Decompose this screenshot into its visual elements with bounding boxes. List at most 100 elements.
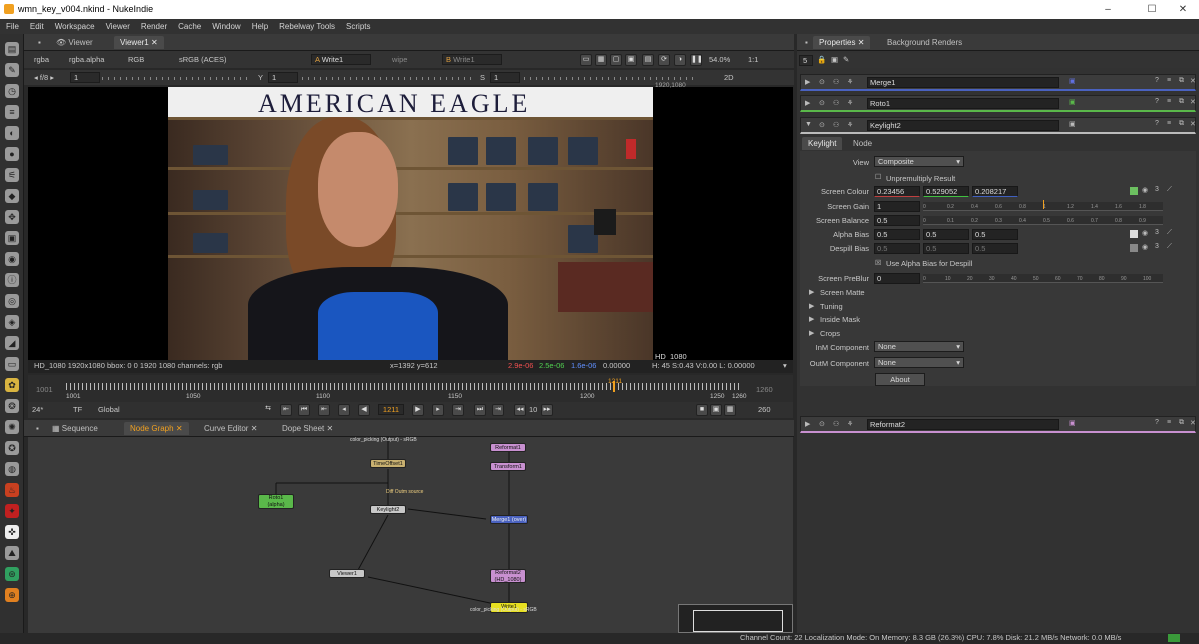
reformat2-float-icon[interactable]: ⧉ [1179, 419, 1184, 427]
views-tool-icon[interactable]: ◉ [5, 252, 19, 266]
gamma-field[interactable]: 1 [268, 72, 298, 83]
roto1-tile-icon[interactable]: ▣ [1069, 98, 1076, 106]
section-screen-matte[interactable]: Screen Matte [820, 287, 865, 299]
reformat2-settings-icon[interactable]: ≡ [1167, 419, 1171, 426]
channels-select[interactable]: rgba [34, 54, 49, 66]
reformat2-close-icon[interactable]: ✕ [1190, 419, 1196, 427]
toolsets-tool-icon[interactable]: ◎ [5, 294, 19, 308]
props-pane-icon[interactable]: ▪ [799, 36, 814, 49]
fstop-control[interactable]: ◂ f/8 ▸ [34, 72, 54, 84]
screen-colour-curve-icon[interactable]: ⟋ [1167, 186, 1172, 194]
alpha-channel-select[interactable]: rgba.alpha [69, 54, 104, 66]
merge1-tile-icon[interactable]: ▣ [1069, 77, 1076, 85]
plugin-d-icon[interactable]: ◍ [5, 462, 19, 476]
gain-slider[interactable] [102, 77, 252, 80]
plugin-a-icon[interactable]: ❂ [5, 399, 19, 413]
a-input-select[interactable]: A Write1 [311, 54, 371, 65]
screen-preblur-field[interactable]: 0 [874, 273, 920, 284]
roto1-viewer-icon[interactable]: ⚇ [833, 99, 839, 107]
current-frame-field[interactable]: 1211 [378, 404, 404, 415]
reformat2-centre-icon[interactable]: ⊙ [819, 420, 825, 428]
menu-scripts[interactable]: Scripts [346, 22, 370, 31]
view-mode-select[interactable]: 2D [724, 72, 734, 84]
plugin-b-icon[interactable]: ✺ [5, 420, 19, 434]
ratio-select[interactable]: 1:1 [748, 54, 758, 66]
tab-background-renders[interactable]: Background Renders [881, 36, 968, 49]
saturation-field[interactable]: 1 [490, 72, 520, 83]
loop-icon[interactable]: ▣ [710, 404, 722, 416]
menu-rebelway-tools[interactable]: Rebelway Tools [279, 22, 335, 31]
merge1-float-icon[interactable]: ⧉ [1179, 77, 1184, 85]
gamma-slider[interactable] [302, 77, 472, 80]
alpha-bias-swatch[interactable] [1130, 230, 1138, 238]
menu-render[interactable]: Render [141, 22, 167, 31]
menu-workspace[interactable]: Workspace [55, 22, 95, 31]
crops-expand-icon[interactable]: ▶ [809, 329, 814, 337]
channel-tool-icon[interactable]: ≡ [5, 105, 19, 119]
clear-panels-icon[interactable]: ✎ [843, 54, 849, 66]
graph-minimap[interactable] [678, 604, 793, 633]
alpha-bias-b[interactable]: 0.5 [972, 229, 1018, 240]
menu-cache[interactable]: Cache [178, 22, 201, 31]
viewer-pane-icon[interactable]: ▪ [32, 36, 47, 49]
despill-bias-g[interactable]: 0.5 [923, 243, 969, 254]
node-timeoffset1[interactable]: TimeOffset1 [370, 459, 406, 468]
close-button[interactable]: ✕ [1168, 2, 1198, 17]
roto1-color-icon[interactable]: ⚘ [847, 99, 853, 107]
maximize-button[interactable]: ☐ [1137, 2, 1167, 17]
tab-curve-editor[interactable]: Curve Editor ✕ [198, 422, 263, 435]
plugin-i-icon[interactable]: ⊛ [5, 567, 19, 581]
plugin-f-icon[interactable]: ✦ [5, 504, 19, 518]
prev-increment-button[interactable]: ⇤ [318, 404, 330, 416]
tab-node[interactable]: Node [847, 137, 878, 150]
unpremult-checkbox[interactable]: ☐ [875, 173, 881, 181]
screen-colour-g[interactable]: 0.529052 [923, 186, 969, 197]
despill-bias-b[interactable]: 0.5 [972, 243, 1018, 254]
plugin-e-icon[interactable]: ♨ [5, 483, 19, 497]
draw-tool-icon[interactable]: ✎ [5, 63, 19, 77]
scope-select[interactable]: Global [98, 404, 120, 416]
view-dropdown[interactable]: Composite ▾ [874, 156, 964, 167]
filter-tool-icon[interactable]: ● [5, 147, 19, 161]
end-frame-field[interactable]: 260 [758, 404, 771, 416]
metadata-tool-icon[interactable]: ⓘ [5, 273, 19, 287]
use-alpha-bias-checkbox[interactable]: ☒ [875, 259, 881, 267]
merge1-name-field[interactable]: Merge1 [867, 77, 1059, 88]
tab-keylight[interactable]: Keylight [802, 137, 843, 150]
keylight2-name-field[interactable]: Keylight2 [867, 120, 1059, 131]
render-icon[interactable]: ▦ [724, 404, 736, 416]
screen-colour-r[interactable]: 0.23456 [874, 186, 920, 197]
info-menu-icon[interactable]: ▾ [783, 360, 787, 372]
gizmo-tool-icon[interactable]: ✿ [5, 378, 19, 392]
play-forward-button[interactable]: ▶ [412, 404, 424, 416]
about-button[interactable]: About [875, 373, 925, 386]
minimize-button[interactable]: – [1093, 2, 1123, 17]
stop-icon[interactable]: ■ [696, 404, 708, 416]
tab-viewer[interactable]: 👁 Viewer [50, 36, 99, 49]
expand-merge1-icon[interactable]: ▶ [805, 78, 810, 86]
tab-viewer1[interactable]: Viewer1 ✕ [114, 36, 164, 49]
despill-bias-r[interactable]: 0.5 [874, 243, 920, 254]
furnace-tool-icon[interactable]: ◢ [5, 336, 19, 350]
plugin-g-icon[interactable]: ✜ [5, 525, 19, 539]
transform-tool-icon[interactable]: ✥ [5, 210, 19, 224]
merge1-help-icon[interactable]: ? [1155, 77, 1159, 84]
fps-select[interactable]: 24* [32, 404, 43, 416]
keylight2-close-icon[interactable]: ✕ [1190, 120, 1196, 128]
merge1-centre-icon[interactable]: ⊙ [819, 78, 825, 86]
menu-help[interactable]: Help [252, 22, 268, 31]
section-tuning[interactable]: Tuning [820, 301, 843, 313]
max-panels-field[interactable]: 5 [799, 55, 813, 66]
alpha-bias-picker-icon[interactable]: ◉ [1142, 229, 1148, 237]
node-keylight2[interactable]: Keylight2 [370, 505, 406, 514]
screen-colour-swatch[interactable] [1130, 187, 1138, 195]
alpha-bias-curve-icon[interactable]: ⟋ [1167, 229, 1172, 237]
keylight2-viewer-icon[interactable]: ⚇ [833, 121, 839, 129]
play-backward-button[interactable]: ◀ [358, 404, 370, 416]
screen-preblur-slider[interactable]: 0 10 20 30 40 50 60 70 80 90 100 [923, 274, 1163, 283]
pause-icon[interactable]: ❚❚ [690, 54, 703, 66]
prev-frame-button[interactable]: ◂ [338, 404, 350, 416]
reformat2-help-icon[interactable]: ? [1155, 419, 1159, 426]
keyer-tool-icon[interactable]: ⚟ [5, 168, 19, 182]
last-frame-button[interactable]: ⇥ [492, 404, 504, 416]
